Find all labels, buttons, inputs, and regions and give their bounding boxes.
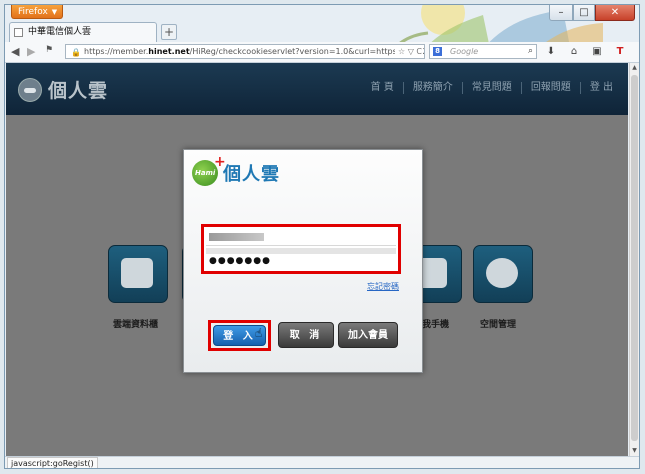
- search-icon[interactable]: ⌕: [528, 45, 533, 58]
- tile-space-management[interactable]: [473, 245, 533, 303]
- hami-badge-text: Hami: [195, 169, 216, 177]
- minimize-button[interactable]: –: [549, 5, 573, 21]
- url-prefix: https://member.: [84, 47, 149, 56]
- nav-home[interactable]: 首 頁: [362, 82, 403, 94]
- plus-icon: +: [214, 154, 226, 170]
- url-domain: hinet.net: [148, 47, 190, 56]
- site-logo[interactable]: 個人雲: [18, 76, 108, 103]
- google-icon[interactable]: 8: [433, 47, 442, 56]
- site-identity-icon[interactable]: ⚑: [45, 45, 53, 55]
- storage-icon: [121, 258, 153, 288]
- close-window-button[interactable]: ✕: [595, 5, 635, 21]
- page-icon: [14, 28, 23, 37]
- browser-window: Firefox ▼ – □ ✕ 中華電信個人雲 + ◀ ▶ ⚑ 🔒 https:/…: [4, 4, 640, 469]
- download-icon[interactable]: ⬇: [541, 44, 561, 59]
- status-link-text: javascript:goRegist(): [7, 457, 98, 468]
- tile-cloud-storage[interactable]: [108, 245, 168, 303]
- site-nav: 首 頁 服務簡介 常見問題 回報問題 登 出: [362, 82, 622, 94]
- search-input[interactable]: 8 Google ⌕: [429, 44, 537, 59]
- nav-report-issue[interactable]: 回報問題: [520, 82, 580, 94]
- forward-icon[interactable]: ▶: [27, 45, 35, 58]
- maximize-button[interactable]: □: [573, 5, 595, 21]
- site-header: 個人雲 首 頁 服務簡介 常見問題 回報問題 登 出: [6, 63, 628, 115]
- reload-icon[interactable]: C: [416, 47, 422, 56]
- home-icon[interactable]: ⌂: [564, 44, 584, 59]
- navigation-toolbar: ◀ ▶ ⚑ 🔒 https://member.hinet.net/HiReg/c…: [5, 42, 639, 63]
- pie-chart-icon: [486, 258, 518, 288]
- addon-t-icon[interactable]: T: [610, 44, 630, 59]
- cancel-button[interactable]: 取 消: [278, 322, 334, 348]
- url-bar[interactable]: 🔒 https://member.hinet.net/HiReg/checkco…: [65, 44, 425, 59]
- nav-logout[interactable]: 登 出: [579, 82, 622, 94]
- dialog-title: 個人雲: [223, 164, 280, 185]
- site-logo-text: 個人雲: [48, 80, 109, 102]
- hami-badge-icon: Hami +: [192, 154, 226, 186]
- tile-cloud-storage-label: 雲端資料櫃: [113, 320, 159, 330]
- login-dialog: Hami + 個人雲 ●●●●●●● 忘記密碼 登 入 ☝ 取 消 加入會員: [183, 149, 423, 373]
- vertical-scrollbar[interactable]: ▲ ▼: [629, 63, 639, 456]
- scroll-down-icon[interactable]: ▼: [630, 446, 639, 456]
- tile-my-phone-label: 我手機: [422, 320, 450, 330]
- bookmarks-icon[interactable]: ▣: [587, 44, 607, 59]
- scroll-up-icon[interactable]: ▲: [630, 63, 639, 73]
- tile-space-management-label: 空間管理: [480, 320, 517, 330]
- nav-faq[interactable]: 常見問題: [461, 82, 521, 94]
- credentials-highlight: ●●●●●●●: [201, 224, 401, 274]
- chevron-down-icon: ▼: [51, 8, 58, 16]
- password-field[interactable]: ●●●●●●●: [206, 254, 396, 269]
- dropdown-icon[interactable]: ▽: [408, 47, 414, 56]
- browser-tab[interactable]: 中華電信個人雲: [9, 22, 157, 42]
- tab-title: 中華電信個人雲: [28, 27, 92, 37]
- bookmark-star-icon[interactable]: ☆: [398, 47, 405, 56]
- account-field[interactable]: [206, 230, 396, 246]
- back-icon[interactable]: ◀: [11, 45, 19, 58]
- url-bar-actions: ☆ ▽ C: [394, 45, 422, 58]
- toolbar-icons: ⬇ ⌂ ▣ T: [541, 44, 630, 59]
- status-bar: javascript:goRegist(): [5, 456, 639, 468]
- firefox-menu-label: Firefox: [18, 7, 48, 17]
- forgot-password-link[interactable]: 忘記密碼: [367, 281, 399, 292]
- window-controls: – □ ✕: [549, 5, 635, 21]
- hami-logo-icon: [18, 77, 42, 102]
- nav-service-intro[interactable]: 服務簡介: [402, 82, 462, 94]
- url-path: /HiReg/checkcookieservlet?version=1.0&cu…: [189, 47, 425, 56]
- new-tab-button[interactable]: +: [161, 24, 177, 40]
- firefox-menu-button[interactable]: Firefox ▼: [11, 5, 63, 19]
- join-member-button[interactable]: 加入會員: [338, 322, 398, 348]
- dialog-logo: Hami + 個人雲: [192, 154, 280, 186]
- lock-icon: 🔒: [71, 48, 81, 57]
- account-redacted: [209, 233, 264, 241]
- search-placeholder: Google: [450, 47, 479, 56]
- scroll-thumb[interactable]: [631, 75, 638, 441]
- hand-cursor-icon: ☝: [255, 326, 263, 340]
